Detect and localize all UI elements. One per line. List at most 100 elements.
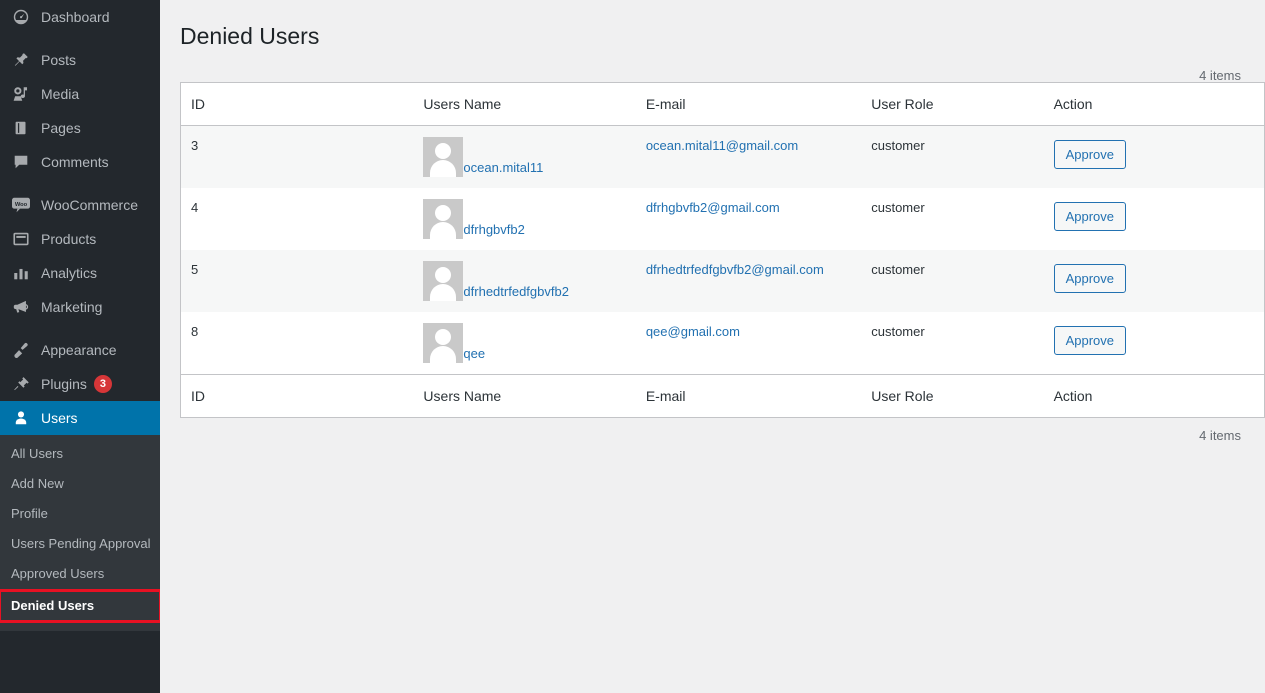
pin-icon xyxy=(11,50,31,70)
approve-button[interactable]: Approve xyxy=(1054,264,1126,293)
cell-action: Approve xyxy=(1044,188,1264,250)
sidebar-item-products[interactable]: Products xyxy=(0,222,160,256)
user-cell: dfrhgbvfb2 xyxy=(423,199,625,239)
column-footer-name: Users Name xyxy=(413,374,635,417)
sidebar-item-label: WooCommerce xyxy=(41,188,138,222)
sidebar-item-label: Plugins xyxy=(41,367,87,401)
content-area: Denied Users 4 items IDUsers NameE-mailU… xyxy=(160,0,1265,693)
sidebar-item-plugins[interactable]: Plugins3 xyxy=(0,367,160,401)
user-cell: dfrhedtrfedfgbvfb2 xyxy=(423,261,625,301)
products-icon xyxy=(11,229,31,249)
users-submenu: All UsersAdd NewProfileUsers Pending App… xyxy=(0,435,160,631)
table-row: 3 ocean.mital11 ocean.mital11@gmail.com cus… xyxy=(181,126,1264,188)
cell-id: 5 xyxy=(181,250,413,312)
sidebar-item-media[interactable]: Media xyxy=(0,77,160,111)
email-link[interactable]: dfrhgbvfb2@gmail.com xyxy=(646,200,780,215)
denied-users-table: IDUsers NameE-mailUser RoleAction 3ocean… xyxy=(180,82,1265,418)
cell-action: Approve xyxy=(1044,312,1264,374)
column-footer-role: User Role xyxy=(861,374,1043,417)
cell-user-name: qee xyxy=(413,312,635,374)
column-footer-email: E-mail xyxy=(636,374,861,417)
user-name-link[interactable]: qee xyxy=(463,346,485,363)
submenu-item-approved-users[interactable]: Approved Users xyxy=(0,559,160,589)
table-row: 8qeeqee@gmail.comcustomerApprove xyxy=(181,312,1264,374)
sidebar-item-label: Marketing xyxy=(41,290,102,324)
user-name-link[interactable]: dfrhedtrfedfgbvfb2 xyxy=(463,284,569,301)
tablenav-bottom: 4 items xyxy=(180,418,1265,448)
user-name-link[interactable]: ocean.mital11 xyxy=(463,160,543,177)
menu-separator xyxy=(0,34,160,43)
avatar xyxy=(423,323,463,363)
sidebar-item-woocommerce[interactable]: Woo WooCommerce xyxy=(0,188,160,222)
items-count-top: 4 items xyxy=(1199,68,1241,83)
avatar xyxy=(423,199,463,239)
woocommerce-icon: Woo xyxy=(11,195,31,215)
approve-button[interactable]: Approve xyxy=(1054,140,1126,169)
column-header-action: Action xyxy=(1044,83,1264,126)
sidebar-item-marketing[interactable]: Marketing xyxy=(0,290,160,324)
avatar xyxy=(423,137,463,177)
megaphone-icon xyxy=(11,297,31,317)
cell-email: ocean.mital11@gmail.com xyxy=(636,126,861,188)
sidebar-item-appearance[interactable]: Appearance xyxy=(0,333,160,367)
cell-id: 4 xyxy=(181,188,413,250)
sidebar-item-posts[interactable]: Posts xyxy=(0,43,160,77)
sidebar-item-label: Posts xyxy=(41,43,76,77)
admin-sidebar: Dashboard PostsMediaPagesComments Woo WooCo… xyxy=(0,0,160,693)
sidebar-item-comments[interactable]: Comments xyxy=(0,145,160,179)
sidebar-item-label: Appearance xyxy=(41,333,117,367)
cell-action: Approve xyxy=(1044,250,1264,312)
comment-icon xyxy=(11,152,31,172)
column-header-role: User Role xyxy=(861,83,1043,126)
menu-separator xyxy=(0,179,160,188)
cell-action: Approve xyxy=(1044,126,1264,188)
pages-icon xyxy=(11,118,31,138)
sidebar-item-analytics[interactable]: Analytics xyxy=(0,256,160,290)
column-header-id[interactable]: ID xyxy=(181,83,413,126)
approve-button[interactable]: Approve xyxy=(1054,326,1126,355)
column-footer-action: Action xyxy=(1044,374,1264,417)
submenu-item-denied-users[interactable]: Denied Users xyxy=(0,591,160,621)
avatar xyxy=(423,261,463,301)
cell-email: dfrhgbvfb2@gmail.com xyxy=(636,188,861,250)
cell-id: 3 xyxy=(181,126,413,188)
sidebar-item-label: Products xyxy=(41,222,96,256)
table-foot: IDUsers NameE-mailUser RoleAction xyxy=(181,374,1264,417)
table-head: IDUsers NameE-mailUser RoleAction xyxy=(181,83,1264,126)
submenu-item-all-users[interactable]: All Users xyxy=(0,439,160,469)
column-header-name: Users Name xyxy=(413,83,635,126)
email-link[interactable]: dfrhedtrfedfgbvfb2@gmail.com xyxy=(646,262,824,277)
email-link[interactable]: qee@gmail.com xyxy=(646,324,740,339)
plug-icon xyxy=(11,374,31,394)
submenu-item-add-new[interactable]: Add New xyxy=(0,469,160,499)
sidebar-item-label: Dashboard xyxy=(41,0,110,34)
page-title: Denied Users xyxy=(160,0,1265,52)
sidebar-item-dashboard[interactable]: Dashboard xyxy=(0,0,160,34)
approve-button[interactable]: Approve xyxy=(1054,202,1126,231)
cell-user-name: ocean.mital11 xyxy=(413,126,635,188)
user-name-link[interactable]: dfrhgbvfb2 xyxy=(463,222,524,239)
svg-text:Woo: Woo xyxy=(15,202,28,208)
dashboard-icon xyxy=(11,7,31,27)
sidebar-item-users[interactable]: Users xyxy=(0,401,160,435)
admin-screen: Dashboard PostsMediaPagesComments Woo WooCo… xyxy=(0,0,1265,693)
cell-user-role: customer xyxy=(861,126,1043,188)
user-icon xyxy=(11,408,31,428)
column-footer-id[interactable]: ID xyxy=(181,374,413,417)
sidebar-item-pages[interactable]: Pages xyxy=(0,111,160,145)
submenu-item-profile[interactable]: Profile xyxy=(0,499,160,529)
cell-id: 8 xyxy=(181,312,413,374)
submenu-item-users-pending-approval[interactable]: Users Pending Approval xyxy=(0,529,160,559)
table-body: 3 ocean.mital11 ocean.mital11@gmail.com cus… xyxy=(181,126,1264,374)
brush-icon xyxy=(11,340,31,360)
media-icon xyxy=(11,84,31,104)
cell-user-role: customer xyxy=(861,250,1043,312)
email-link[interactable]: ocean.mital11@gmail.com xyxy=(646,138,798,153)
items-count-bottom: 4 items xyxy=(1199,428,1241,443)
column-header-email: E-mail xyxy=(636,83,861,126)
analytics-icon xyxy=(11,263,31,283)
table-row: 5 dfrhedtrfedfgbvfb2 dfrhedtrfedfgbvfb2@gm… xyxy=(181,250,1264,312)
tablenav-top: 4 items xyxy=(180,52,1265,82)
table-row: 4dfrhgbvfb2dfrhgbvfb2@gmail.comcustomerA… xyxy=(181,188,1264,250)
sidebar-item-label: Users xyxy=(41,401,78,435)
